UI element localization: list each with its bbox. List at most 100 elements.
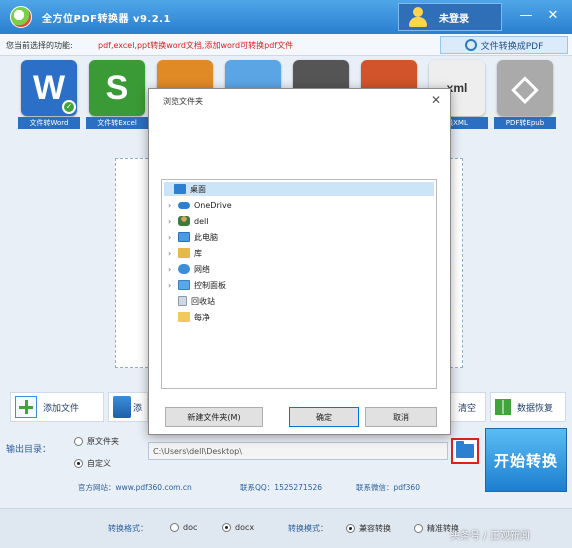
format-label: 转换格式：	[108, 524, 148, 533]
add-file-label: 添加文件	[43, 403, 80, 414]
tile-label: 文件转Excel	[86, 117, 148, 129]
radio-dot	[222, 523, 231, 532]
tree-item-network[interactable]: › 网络	[168, 262, 210, 276]
tree-item-label: OneDrive	[194, 200, 232, 210]
browse-folder-button[interactable]	[451, 438, 479, 464]
radio-dot	[74, 459, 83, 468]
radio-label: 兼容转换	[359, 524, 391, 533]
cloud-icon	[178, 201, 190, 209]
title-bar: 全方位PDF转换器 v9.2.1 未登录 — ✕	[0, 0, 572, 34]
tile-label: 文件转Word	[18, 117, 80, 129]
function-label: 您当前选择的功能:	[6, 41, 73, 50]
radio-format-docx[interactable]: docx	[222, 523, 254, 532]
folder-tree[interactable]: 桌面 › OneDrive › dell › 此电脑 › 库 › 网络 › 控制…	[161, 179, 437, 389]
tile-label: PDF转Epub	[494, 117, 556, 129]
radio-dot	[170, 523, 179, 532]
chevron-right-icon: ›	[168, 216, 172, 226]
tree-item-label: 每净	[194, 312, 210, 322]
watermark: 头条号 / 正观新闻	[450, 531, 530, 542]
tree-item-desktop[interactable]: 桌面	[164, 182, 434, 196]
add-file-button[interactable]: 添加文件	[10, 392, 104, 422]
radio-label: 自定义	[87, 459, 111, 468]
radio-dot	[414, 524, 423, 533]
qq-contact: 联系QQ：1525271526	[240, 483, 323, 492]
radio-label: 原文件夹	[87, 437, 119, 446]
wechat-contact: 联系微信：pdf360	[356, 483, 420, 492]
chevron-right-icon: ›	[168, 264, 172, 274]
grid-icon	[495, 399, 511, 415]
to-pdf-label: 文件转换成PDF	[480, 41, 544, 52]
tree-item-library[interactable]: › 库	[168, 246, 202, 260]
chevron-right-icon: ›	[168, 248, 172, 258]
radio-label: docx	[235, 523, 255, 532]
tree-item-label: dell	[194, 216, 209, 226]
dialog-close-button[interactable]: ✕	[431, 93, 441, 107]
chevron-right-icon: ›	[168, 280, 172, 290]
excel-icon: S	[89, 60, 145, 116]
tree-item-label: 库	[194, 248, 202, 258]
computer-icon	[178, 232, 190, 242]
cancel-button[interactable]: 取消	[365, 407, 437, 427]
add-folder-button[interactable]: 添	[108, 392, 148, 422]
user-icon	[405, 4, 431, 30]
user-icon	[178, 216, 190, 226]
tree-item-user[interactable]: › dell	[168, 214, 208, 228]
refresh-icon	[464, 39, 477, 51]
mode-label: 转换模式：	[288, 524, 328, 533]
dialog-title: 浏览文件夹	[163, 97, 203, 106]
tree-item-label: 回收站	[191, 296, 215, 306]
radio-dot	[346, 524, 355, 533]
plus-icon	[15, 396, 37, 418]
radio-custom-folder[interactable]: 自定义	[74, 458, 111, 469]
tree-item-onedrive[interactable]: › OneDrive	[168, 198, 232, 212]
tree-item-control-panel[interactable]: › 控制面板	[168, 278, 226, 292]
tree-item-label: 桌面	[190, 184, 206, 194]
app-title: 全方位PDF转换器 v9.2.1	[42, 14, 171, 25]
radio-original-folder[interactable]: 原文件夹	[74, 436, 119, 447]
browse-folder-dialog: 浏览文件夹 ✕ 桌面 › OneDrive › dell › 此电脑 › 库 ›…	[148, 88, 451, 435]
login-button[interactable]: 未登录	[398, 3, 502, 31]
close-button[interactable]: ✕	[545, 8, 561, 24]
tree-item-label: 此电脑	[194, 232, 218, 242]
chevron-right-icon: ›	[168, 200, 172, 210]
radio-label: doc	[183, 523, 198, 532]
tree-item-folder[interactable]: 每净	[168, 310, 210, 324]
radio-format-doc[interactable]: doc	[170, 523, 197, 532]
app-logo-icon	[10, 6, 32, 28]
contact-info: 官方网站：www.pdf360.com.cn 联系QQ：1525271526 联…	[0, 482, 480, 496]
clear-label: 清空	[457, 403, 476, 414]
tree-item-label: 控制面板	[194, 280, 226, 290]
radio-mode-compatible[interactable]: 兼容转换	[346, 523, 391, 534]
tree-item-label: 网络	[194, 264, 210, 274]
tree-item-this-pc[interactable]: › 此电脑	[168, 230, 218, 244]
desktop-icon	[174, 184, 186, 194]
tree-item-recycle-bin[interactable]: 回收站	[168, 294, 215, 308]
add-folder-label: 添	[133, 403, 143, 414]
clear-button[interactable]: 清空	[448, 392, 486, 422]
radio-dot	[74, 437, 83, 446]
tile-to-word[interactable]: W ✓ 文件转Word	[18, 60, 80, 130]
output-path-input[interactable]	[148, 442, 448, 460]
output-dir-label: 输出目录：	[6, 445, 52, 455]
data-reset-label: 数据恢复	[517, 403, 554, 414]
library-icon	[178, 248, 190, 258]
function-description: pdf,excel,ppt转换word文档,添加word可转换pdf文件	[98, 41, 294, 50]
data-reset-button[interactable]: 数据恢复	[490, 392, 566, 422]
tile-to-excel[interactable]: S 文件转Excel	[86, 60, 148, 130]
tile-to-epub[interactable]: ◇ PDF转Epub	[494, 60, 556, 130]
epub-icon: ◇	[497, 60, 553, 116]
control-panel-icon	[178, 280, 190, 290]
website-link[interactable]: 官方网站：www.pdf360.com.cn	[78, 482, 192, 493]
login-label: 未登录	[439, 13, 469, 25]
new-folder-button[interactable]: 新建文件夹(M)	[165, 407, 263, 427]
hint-bar: 您当前选择的功能: pdf,excel,ppt转换word文档,添加word可转…	[0, 34, 572, 56]
folder-icon	[456, 441, 474, 458]
start-convert-button[interactable]: 开始转换	[485, 428, 567, 492]
ok-button[interactable]: 确定	[289, 407, 359, 427]
conversion-mode-bar: 转换格式： doc docx 转换模式： 兼容转换 精准转换 头条号 / 正观新…	[0, 508, 572, 548]
to-pdf-button[interactable]: 文件转换成PDF	[440, 36, 568, 54]
network-icon	[178, 264, 190, 274]
check-icon: ✓	[62, 100, 76, 114]
folder-add-icon	[113, 396, 131, 418]
minimize-button[interactable]: —	[518, 8, 534, 24]
